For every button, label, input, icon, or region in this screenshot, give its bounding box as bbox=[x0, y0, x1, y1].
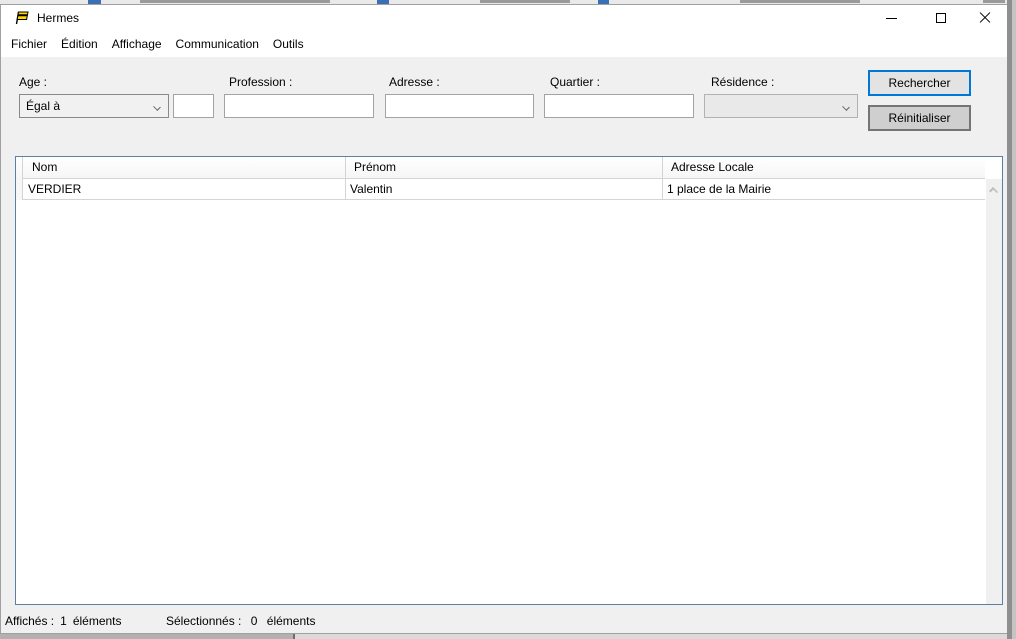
quartier-input[interactable] bbox=[544, 94, 694, 118]
age-operator-select[interactable]: Égal à bbox=[19, 94, 169, 118]
displayed-unit: éléments bbox=[73, 614, 122, 628]
profession-input[interactable] bbox=[224, 94, 374, 118]
minimize-button[interactable] bbox=[869, 5, 914, 31]
background-fragment bbox=[0, 634, 295, 639]
menubar: Fichier Édition Affichage Communication … bbox=[1, 31, 1007, 57]
statusbar: Affichés : 1 éléments Sélectionnés : 0 é… bbox=[1, 609, 1007, 633]
cell-prenom[interactable]: Valentin bbox=[346, 179, 663, 200]
age-input[interactable] bbox=[173, 94, 214, 118]
background-fragment bbox=[983, 0, 1005, 3]
scrollbar-corner bbox=[986, 157, 1002, 179]
row-header-corner bbox=[16, 157, 23, 179]
background-window-sliver-bottom bbox=[0, 634, 1007, 639]
selected-count: 0 bbox=[251, 614, 258, 628]
age-operator-value: Égal à bbox=[26, 99, 60, 113]
vertical-scrollbar[interactable] bbox=[986, 179, 1002, 604]
menu-fichier[interactable]: Fichier bbox=[11, 34, 47, 54]
row-header-cell[interactable] bbox=[16, 179, 23, 200]
background-fragment bbox=[140, 0, 330, 3]
displayed-label: Affichés : bbox=[5, 614, 54, 628]
hermes-app-icon bbox=[14, 10, 30, 26]
residence-label: Résidence : bbox=[711, 75, 774, 89]
menu-outils[interactable]: Outils bbox=[273, 34, 304, 54]
chevron-down-icon bbox=[842, 103, 850, 111]
selected-label: Sélectionnés : bbox=[166, 614, 241, 628]
window-title: Hermes bbox=[37, 11, 79, 25]
background-window-sliver-right bbox=[1007, 0, 1016, 639]
profession-label: Profession : bbox=[229, 75, 292, 89]
adresse-label: Adresse : bbox=[389, 75, 440, 89]
background-fragment bbox=[480, 0, 570, 3]
rechercher-button[interactable]: Rechercher bbox=[868, 70, 971, 96]
column-header-adresse-locale[interactable]: Adresse Locale bbox=[663, 157, 986, 179]
cell-nom[interactable]: VERDIER bbox=[24, 179, 346, 200]
table-row[interactable]: VERDIER Valentin 1 place de la Mairie bbox=[16, 179, 985, 200]
adresse-input[interactable] bbox=[385, 94, 534, 118]
chevron-down-icon bbox=[153, 103, 161, 111]
residence-select[interactable] bbox=[704, 94, 858, 118]
cell-adresse-locale[interactable]: 1 place de la Mairie bbox=[663, 179, 986, 200]
maximize-button[interactable] bbox=[919, 5, 964, 31]
table-header-row: Nom Prénom Adresse Locale bbox=[16, 157, 985, 179]
quartier-label: Quartier : bbox=[550, 75, 600, 89]
age-label: Age : bbox=[19, 75, 47, 89]
hermes-window: Hermes Fichier Édition Affichage Communi… bbox=[0, 4, 1007, 634]
menu-edition[interactable]: Édition bbox=[61, 34, 98, 54]
reinitialiser-button[interactable]: Réinitialiser bbox=[868, 105, 971, 131]
column-header-nom[interactable]: Nom bbox=[24, 157, 346, 179]
displayed-count: 1 bbox=[60, 614, 67, 628]
background-fragment bbox=[740, 0, 860, 3]
scroll-up-icon bbox=[989, 187, 998, 196]
maximize-icon bbox=[936, 13, 946, 23]
results-table: Nom Prénom Adresse Locale VERDIER Valent… bbox=[15, 156, 1003, 605]
close-button[interactable] bbox=[963, 5, 1008, 31]
menu-affichage[interactable]: Affichage bbox=[112, 34, 162, 54]
minimize-icon bbox=[886, 18, 897, 19]
close-icon bbox=[979, 12, 991, 24]
titlebar: Hermes bbox=[1, 5, 1007, 31]
column-header-prenom[interactable]: Prénom bbox=[346, 157, 663, 179]
selected-unit: éléments bbox=[267, 614, 316, 628]
menu-communication[interactable]: Communication bbox=[176, 34, 259, 54]
